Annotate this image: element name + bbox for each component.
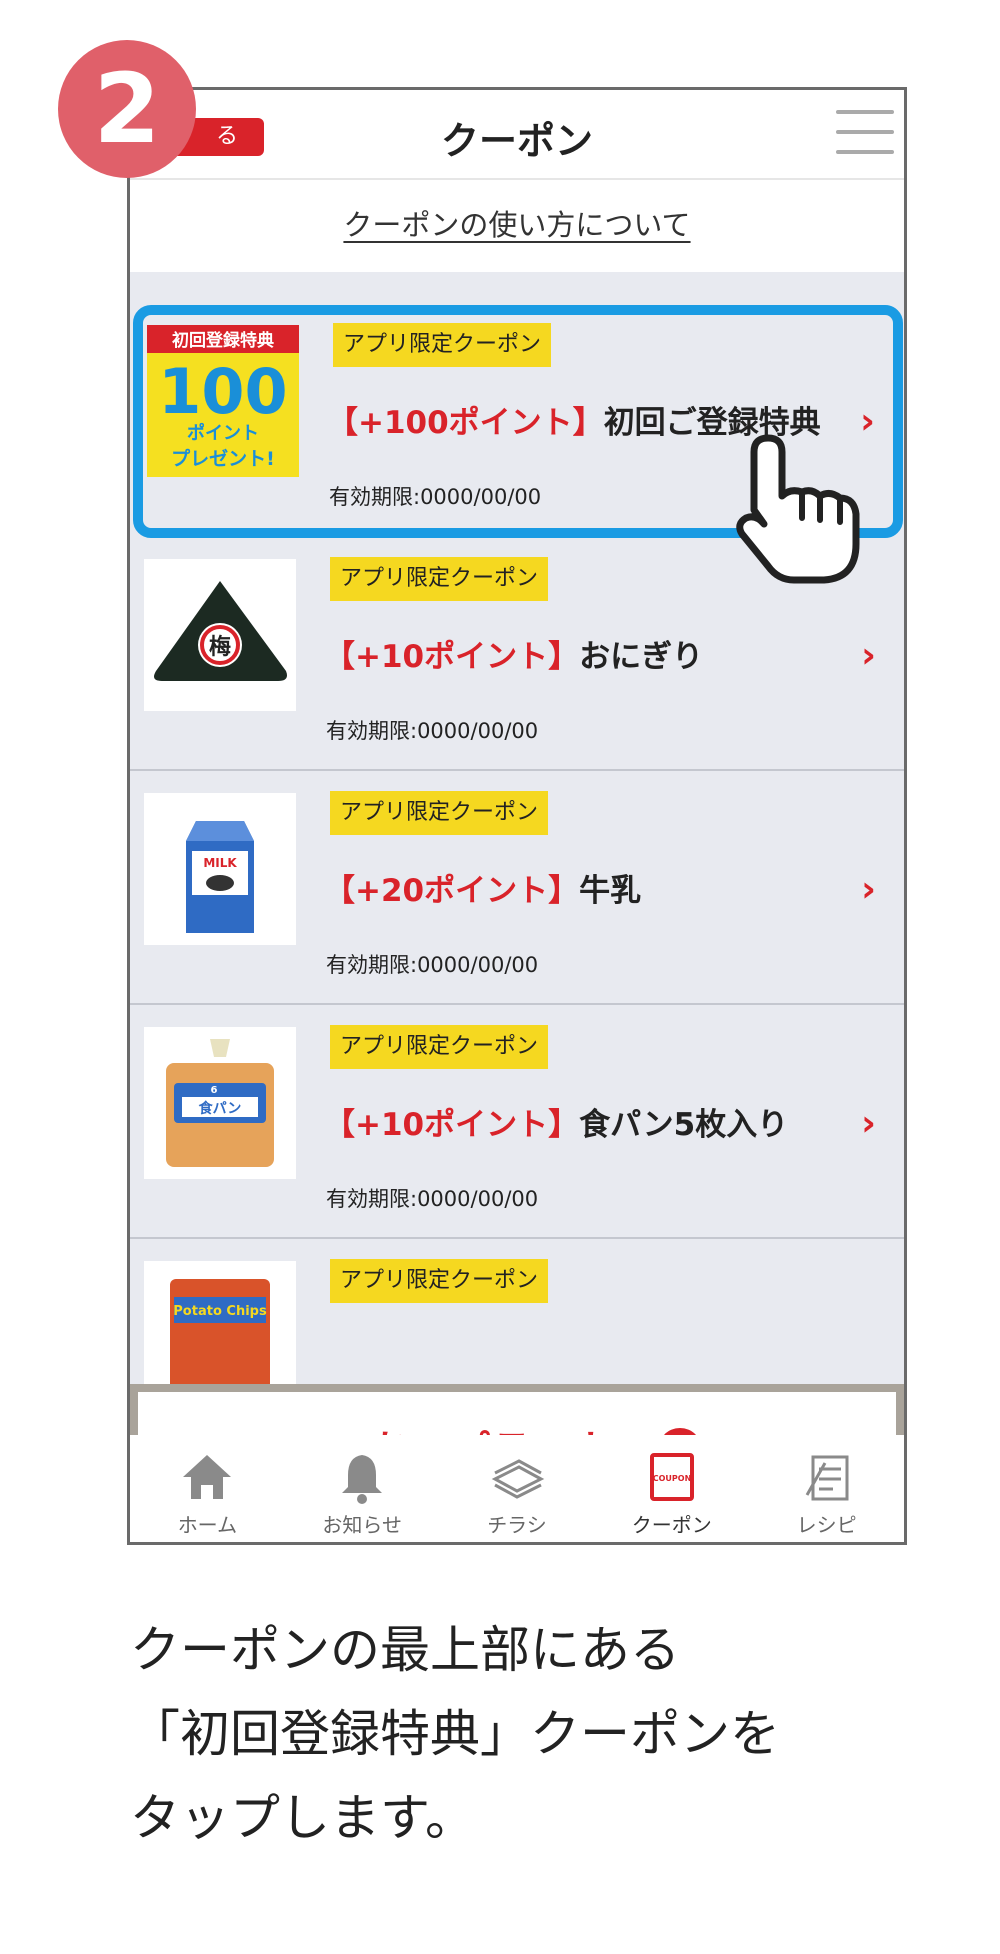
coupon-icon-text: COUPON [653, 1474, 692, 1483]
app-limited-tag: アプリ限定クーポン [330, 791, 549, 835]
tap-hand-icon [728, 430, 888, 590]
chips-thumbnail: Potato Chips [144, 1261, 296, 1384]
app-limited-tag: アプリ限定クーポン [330, 1259, 549, 1303]
coupon-points: 【+100ポイント】 [327, 405, 604, 441]
coupon-title: 【+10ポイント】おにぎり [324, 631, 703, 676]
app-header: る クーポン [130, 90, 904, 180]
coupon-title: 【+10ポイント】食パン5枚入り [324, 1099, 788, 1144]
campaign-thumbnail: 初回登録特典 100 ポイント プレゼント! [147, 325, 299, 477]
onigiri-thumb-label: 梅 [209, 634, 231, 660]
chevron-right-icon: › [861, 869, 876, 910]
coupon-name: おにぎり [579, 639, 704, 675]
bell-icon [334, 1449, 390, 1505]
tab-label: チラシ [487, 1513, 547, 1537]
app-limited-tag: アプリ限定クーポン [333, 323, 552, 367]
tab-home[interactable]: ホーム [130, 1435, 285, 1542]
tab-label: クーポン [631, 1513, 712, 1537]
coupon-item-chips[interactable]: Potato Chips アプリ限定クーポン [130, 1241, 904, 1384]
onigiri-thumbnail: 梅 [144, 559, 296, 711]
coupon-title: 【+20ポイント】牛乳 [324, 865, 641, 910]
hamburger-menu-icon[interactable] [836, 110, 894, 158]
tab-label: お知らせ [322, 1513, 402, 1537]
tab-label: ホーム [177, 1513, 238, 1537]
bread-thumbnail: 6 食パン [144, 1027, 296, 1179]
coupon-icon: COUPON [644, 1449, 700, 1505]
phone-screen: る クーポン クーポンの使い方について 初回登録特典 100 ポイント プレゼン… [127, 87, 907, 1545]
coupon-item-milk[interactable]: MILK アプリ限定クーポン 【+20ポイント】牛乳 › 有効期限:0000/0… [130, 773, 904, 1005]
home-icon [179, 1449, 235, 1505]
app-limited-tag: アプリ限定クーポン [330, 557, 549, 601]
campaign-thumb-big-number: 100 [158, 355, 287, 428]
chevron-right-icon: › [861, 635, 876, 676]
instruction-line: クーポンの最上部にある [130, 1621, 680, 1679]
instruction-text: クーポンの最上部にある 「初回登録特典」クーポンを タップします。 [130, 1608, 780, 1860]
campaign-thumb-line1: ポイント [187, 422, 259, 444]
instruction-line: タップします。 [130, 1789, 475, 1847]
flyer-icon [489, 1449, 545, 1505]
milk-thumb-label: MILK [203, 856, 237, 870]
coupon-name: 食パン5枚入り [579, 1107, 789, 1143]
tab-recipe[interactable]: レシピ [749, 1435, 904, 1542]
coupon-item-bread[interactable]: 6 食パン アプリ限定クーポン 【+10ポイント】食パン5枚入り › 有効期限:… [130, 1007, 904, 1239]
coupon-howto-link[interactable]: クーポンの使い方について [130, 202, 904, 244]
tab-flyer[interactable]: チラシ [440, 1435, 595, 1542]
coupon-expiry: 有効期限:0000/00/00 [326, 1187, 539, 1211]
step-number-badge: 2 [58, 40, 196, 178]
chips-thumb-label: Potato Chips [173, 1304, 267, 1319]
tab-coupon[interactable]: COUPON クーポン [594, 1435, 749, 1542]
coupon-expiry: 有効期限:0000/00/00 [326, 953, 539, 977]
instruction-line: 「初回登録特典」クーポンを [130, 1705, 780, 1763]
page-title: クーポン [440, 119, 593, 163]
bread-thumb-count: 6 [211, 1085, 218, 1096]
campaign-thumb-top-label: 初回登録特典 [172, 330, 274, 351]
bottom-tab-bar: ホーム お知らせ チラシ COUPON クーポン レシピ [130, 1435, 904, 1542]
recipe-icon [799, 1449, 855, 1505]
milk-thumbnail: MILK [144, 793, 296, 945]
tab-label: レシピ [796, 1513, 857, 1537]
coupon-expiry: 有効期限:0000/00/00 [329, 485, 542, 509]
bread-thumb-label: 食パン [199, 1100, 242, 1117]
coupon-points: 【+10ポイント】 [324, 1107, 580, 1143]
tab-news[interactable]: お知らせ [285, 1435, 440, 1542]
coupon-name: 牛乳 [579, 873, 642, 909]
coupon-expiry: 有効期限:0000/00/00 [326, 719, 539, 743]
app-limited-tag: アプリ限定クーポン [330, 1025, 549, 1069]
chevron-right-icon: › [861, 1103, 876, 1144]
coupon-points: 【+20ポイント】 [324, 873, 580, 909]
campaign-thumb-line2: プレゼント! [171, 447, 275, 470]
coupon-points: 【+10ポイント】 [324, 639, 580, 675]
